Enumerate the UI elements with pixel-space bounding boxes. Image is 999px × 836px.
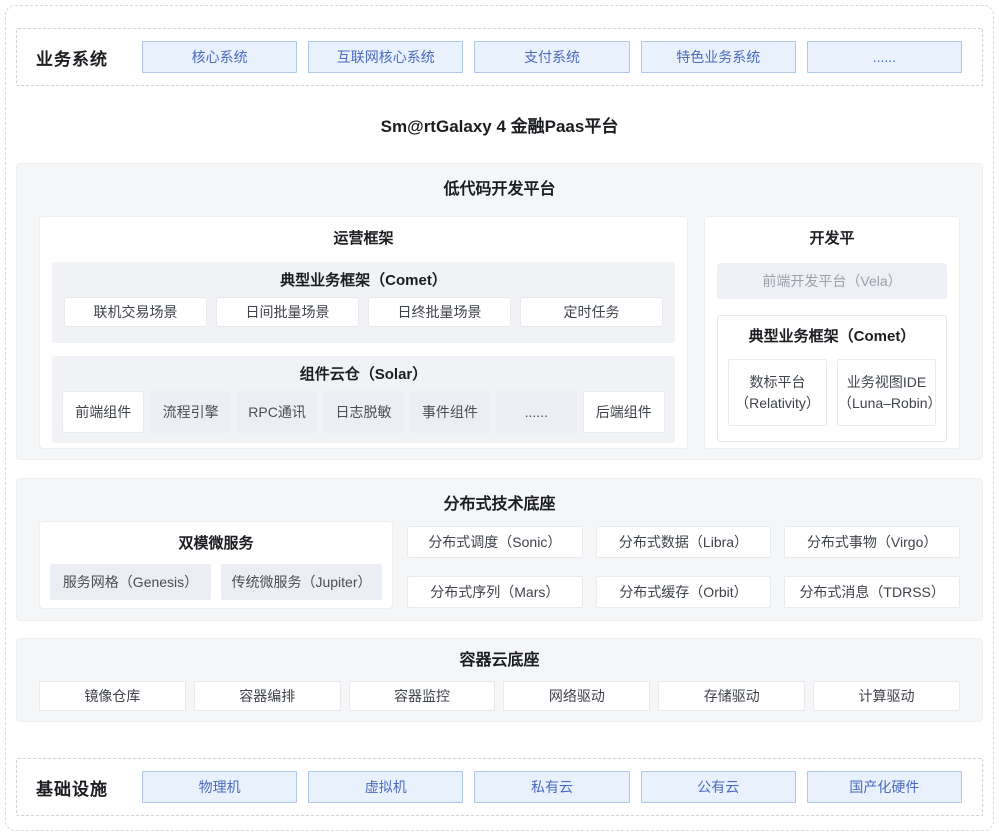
business-system-chip: 支付系统 xyxy=(474,41,629,73)
dual-mode-items: 服务网格（Genesis） 传统微服务（Jupiter） xyxy=(40,554,392,600)
dev-comet-box: 典型业务框架（Comet） 数标平台 （Relativity） 业务视图IDE … xyxy=(717,315,947,442)
container-item: 镜像仓库 xyxy=(39,681,186,711)
operation-framework-title: 运营框架 xyxy=(40,217,687,249)
infrastructure-chip: 私有云 xyxy=(474,771,629,803)
infrastructure-strip: 基础设施 物理机 虚拟机 私有云 公有云 国产化硬件 xyxy=(16,758,983,816)
dev-comet-item: 业务视图IDE （Luna–Robin） xyxy=(837,359,936,426)
business-systems-items: 核心系统 互联网核心系统 支付系统 特色业务系统 ...... xyxy=(142,41,962,73)
lowcode-section: 低代码开发平台 运营框架 典型业务框架（Comet） 联机交易场景 日间批量场景… xyxy=(16,163,983,460)
distributed-service-item: 分布式序列（Mars） xyxy=(407,576,583,608)
dev-platform-title: 开发平 xyxy=(705,217,959,249)
business-system-chip: 特色业务系统 xyxy=(641,41,796,73)
comet-subpanel-title: 典型业务框架（Comet） xyxy=(52,262,675,297)
operation-framework-panel: 运营框架 典型业务框架（Comet） 联机交易场景 日间批量场景 日终批量场景 … xyxy=(39,216,688,449)
solar-component-item: RPC通讯 xyxy=(237,391,317,433)
dev-comet-item: 数标平台 （Relativity） xyxy=(728,359,827,426)
container-item: 网络驱动 xyxy=(503,681,650,711)
vela-box: 前端开发平台（Vela） xyxy=(717,263,947,299)
architecture-diagram: 业务系统 核心系统 互联网核心系统 支付系统 特色业务系统 ...... Sm@… xyxy=(0,0,999,836)
container-items-row: 镜像仓库 容器编排 容器监控 网络驱动 存储驱动 计算驱动 xyxy=(17,681,982,711)
distributed-service-item: 分布式事物（Virgo） xyxy=(784,526,960,558)
distributed-service-item: 分布式缓存（Orbit） xyxy=(596,576,772,608)
distributed-section-title: 分布式技术底座 xyxy=(17,479,982,515)
distributed-service-item: 分布式消息（TDRSS） xyxy=(784,576,960,608)
solar-component-item: 日志脱敏 xyxy=(323,391,403,433)
business-system-chip: ...... xyxy=(807,41,962,73)
container-item: 存储驱动 xyxy=(658,681,805,711)
dev-comet-items: 数标平台 （Relativity） 业务视图IDE （Luna–Robin） xyxy=(718,347,946,426)
solar-component-item: 流程引擎 xyxy=(150,391,230,433)
distributed-section: 分布式技术底座 双模微服务 服务网格（Genesis） 传统微服务（Jupite… xyxy=(16,478,983,621)
dev-platform-panel: 开发平 前端开发平台（Vela） 典型业务框架（Comet） 数标平台 （Rel… xyxy=(704,216,960,449)
solar-items-row: 前端组件 流程引擎 RPC通讯 日志脱敏 事件组件 xyxy=(52,391,675,443)
comet-scene-item: 联机交易场景 xyxy=(64,297,207,327)
distributed-body: 双模微服务 服务网格（Genesis） 传统微服务（Jupiter） 分布式调度… xyxy=(17,521,982,609)
business-systems-label: 业务系统 xyxy=(36,45,142,70)
container-item: 容器编排 xyxy=(194,681,341,711)
business-systems-strip: 业务系统 核心系统 互联网核心系统 支付系统 特色业务系统 ...... xyxy=(16,28,983,86)
infrastructure-chip: 公有云 xyxy=(641,771,796,803)
infrastructure-chip: 国产化硬件 xyxy=(807,771,962,803)
container-cloud-section: 容器云底座 镜像仓库 容器编排 容器监控 网络驱动 存储驱动 计算驱动 xyxy=(16,638,983,722)
distributed-services-grid: 分布式调度（Sonic） 分布式数据（Libra） 分布式事物（Virgo） 分… xyxy=(407,526,960,609)
solar-component-item: ...... xyxy=(496,391,576,433)
solar-backend-item: 后端组件 xyxy=(583,391,665,433)
page-title: Sm@rtGalaxy 4 金融Paas平台 xyxy=(0,117,999,137)
dual-mode-panel: 双模微服务 服务网格（Genesis） 传统微服务（Jupiter） xyxy=(39,521,393,609)
lowcode-section-title: 低代码开发平台 xyxy=(17,164,982,200)
container-cloud-title: 容器云底座 xyxy=(17,639,982,671)
infrastructure-label: 基础设施 xyxy=(36,775,142,800)
distributed-service-item: 分布式调度（Sonic） xyxy=(407,526,583,558)
infrastructure-chip: 虚拟机 xyxy=(308,771,463,803)
container-item: 容器监控 xyxy=(349,681,496,711)
solar-component-item: 事件组件 xyxy=(410,391,490,433)
distributed-service-item: 分布式数据（Libra） xyxy=(596,526,772,558)
dev-comet-title: 典型业务框架（Comet） xyxy=(718,316,946,347)
solar-frontend-item: 前端组件 xyxy=(62,391,144,433)
infrastructure-chip: 物理机 xyxy=(142,771,297,803)
dual-mode-title: 双模微服务 xyxy=(40,522,392,554)
comet-scene-item: 定时任务 xyxy=(520,297,663,327)
container-item: 计算驱动 xyxy=(813,681,960,711)
dual-mode-item: 服务网格（Genesis） xyxy=(50,564,211,600)
business-system-chip: 核心系统 xyxy=(142,41,297,73)
solar-subpanel-title: 组件云仓（Solar） xyxy=(52,356,675,391)
comet-subpanel: 典型业务框架（Comet） 联机交易场景 日间批量场景 日终批量场景 定时任务 xyxy=(52,262,675,343)
lowcode-body: 运营框架 典型业务框架（Comet） 联机交易场景 日间批量场景 日终批量场景 … xyxy=(17,216,982,449)
solar-subpanel: 组件云仓（Solar） 前端组件 流程引擎 RPC通讯 日志脱敏 xyxy=(52,356,675,443)
business-system-chip: 互联网核心系统 xyxy=(308,41,463,73)
comet-items-row: 联机交易场景 日间批量场景 日终批量场景 定时任务 xyxy=(52,297,675,343)
comet-scene-item: 日间批量场景 xyxy=(216,297,359,327)
comet-scene-item: 日终批量场景 xyxy=(368,297,511,327)
infrastructure-items: 物理机 虚拟机 私有云 公有云 国产化硬件 xyxy=(142,771,962,803)
dual-mode-item: 传统微服务（Jupiter） xyxy=(221,564,382,600)
